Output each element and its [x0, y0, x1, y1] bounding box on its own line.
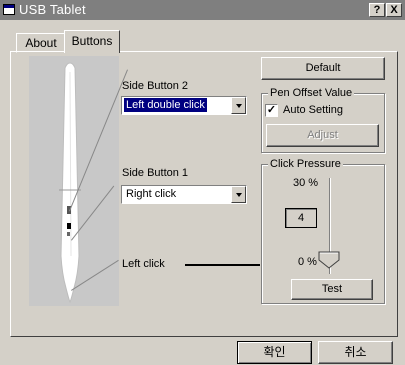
default-button[interactable]: Default — [261, 57, 385, 80]
window-title: USB Tablet — [19, 2, 86, 17]
title-bar[interactable]: USB Tablet ? X — [0, 0, 405, 20]
tab-buttons[interactable]: Buttons — [64, 30, 120, 53]
help-button[interactable]: ? — [369, 3, 385, 17]
cancel-button[interactable]: 취소 — [318, 341, 393, 364]
tab-panel — [10, 51, 398, 337]
window-icon — [3, 4, 15, 15]
ok-button[interactable]: 확인 — [237, 341, 312, 364]
tab-about[interactable]: About — [16, 33, 66, 53]
close-button[interactable]: X — [386, 3, 402, 17]
